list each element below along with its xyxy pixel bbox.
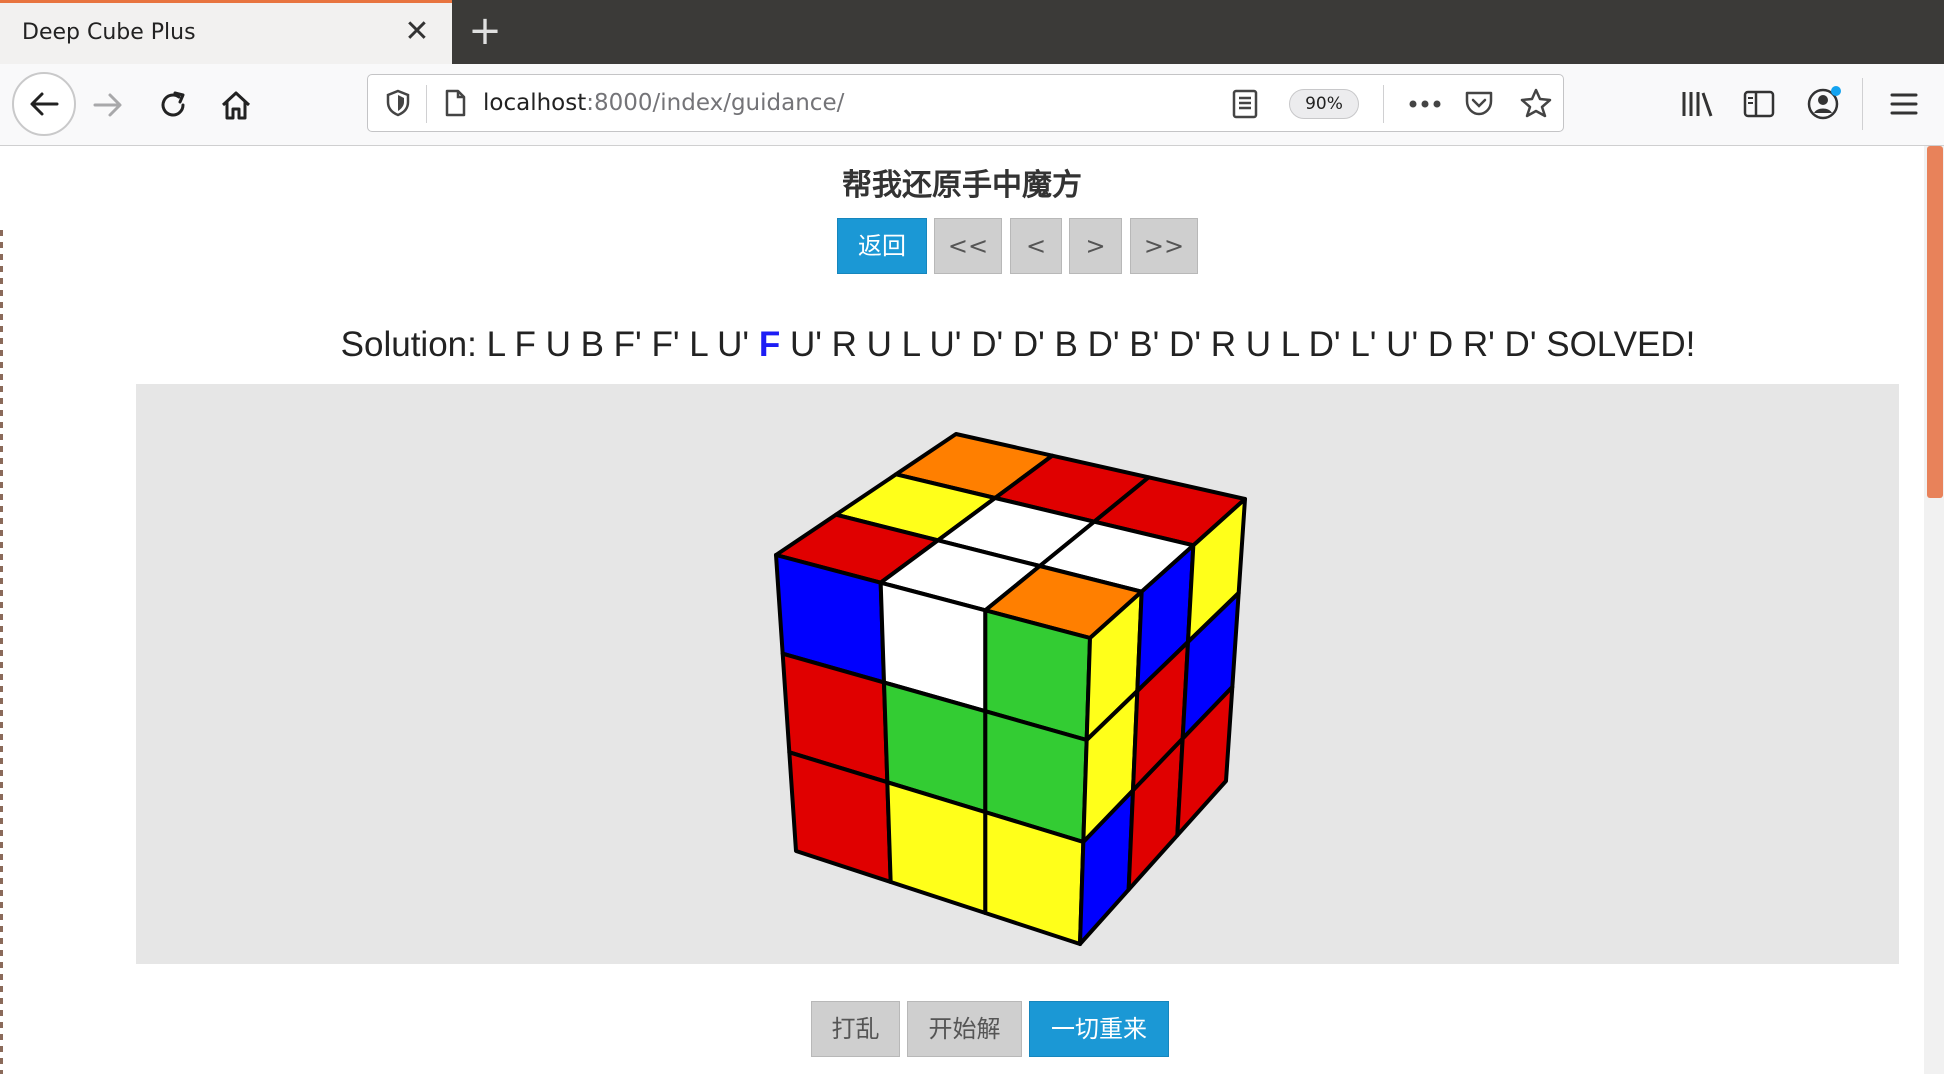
navigation-toolbar: localhost:8000/index/guidance/ 90% (0, 64, 1944, 146)
bookmark-star-icon[interactable] (1518, 85, 1554, 121)
active-tab[interactable]: Deep Cube Plus ✕ (0, 0, 452, 64)
library-icon[interactable] (1677, 84, 1717, 124)
shield-icon[interactable] (382, 87, 414, 119)
cube-viewport[interactable] (136, 384, 1899, 964)
new-tab-button[interactable]: + (463, 9, 507, 53)
forward-button[interactable] (78, 75, 138, 135)
home-button[interactable] (206, 75, 266, 135)
toolbar-separator (1862, 78, 1863, 130)
last-step-button[interactable]: >> (1130, 218, 1198, 274)
start-solve-button[interactable]: 开始解 (907, 1001, 1022, 1057)
url-host: localhost (483, 90, 587, 116)
account-icon[interactable] (1803, 82, 1845, 124)
url-separator-2 (1383, 85, 1384, 123)
address-bar[interactable]: localhost:8000/index/guidance/ 90% (367, 74, 1564, 132)
page-title: 帮我还原手中魔方 (842, 168, 1082, 203)
scrollbar-thumb[interactable] (1927, 146, 1943, 498)
scramble-button[interactable]: 打乱 (811, 1001, 900, 1057)
url-separator (426, 85, 427, 123)
reload-icon (161, 91, 185, 117)
more-actions-icon[interactable] (1405, 87, 1445, 121)
url-text[interactable]: localhost:8000/index/guidance/ (483, 90, 844, 116)
reset-all-button[interactable]: 一切重来 (1029, 1001, 1169, 1057)
home-icon (221, 91, 251, 120)
back-button[interactable] (12, 72, 76, 136)
zoom-level-badge[interactable]: 90% (1289, 89, 1359, 119)
reader-view-icon[interactable] (1228, 87, 1262, 121)
hamburger-menu-icon[interactable] (1884, 86, 1924, 122)
solution-current-move: F (758, 325, 781, 364)
first-step-button[interactable]: << (934, 218, 1002, 274)
url-path: :8000/index/guidance/ (586, 90, 845, 116)
solution-moves-done: L F U B F' F' L U' (486, 325, 750, 364)
solution-sequence: Solution: L F U B F' F' L U' F U' R U L … (0, 325, 1944, 365)
rubiks-cube-render[interactable] (136, 384, 1899, 964)
back-return-button[interactable]: 返回 (837, 218, 927, 274)
next-step-button[interactable]: > (1069, 218, 1122, 274)
solution-moves-remaining: U' R U L U' D' D' B D' B' D' R U L D' L'… (789, 325, 1696, 364)
close-tab-icon[interactable]: ✕ (400, 15, 434, 49)
tab-bar: Deep Cube Plus ✕ + (0, 0, 1944, 64)
pocket-icon[interactable] (1461, 85, 1497, 121)
page-scrollbar[interactable] (1924, 146, 1944, 1074)
reload-button[interactable] (143, 75, 203, 135)
forward-arrow-icon (93, 93, 122, 117)
sidebar-icon[interactable] (1739, 84, 1779, 124)
page-info-icon[interactable] (440, 87, 470, 119)
back-arrow-icon (30, 92, 59, 116)
prev-step-button[interactable]: < (1010, 218, 1062, 274)
solution-label: Solution: (340, 325, 477, 364)
tab-title: Deep Cube Plus (22, 20, 196, 45)
